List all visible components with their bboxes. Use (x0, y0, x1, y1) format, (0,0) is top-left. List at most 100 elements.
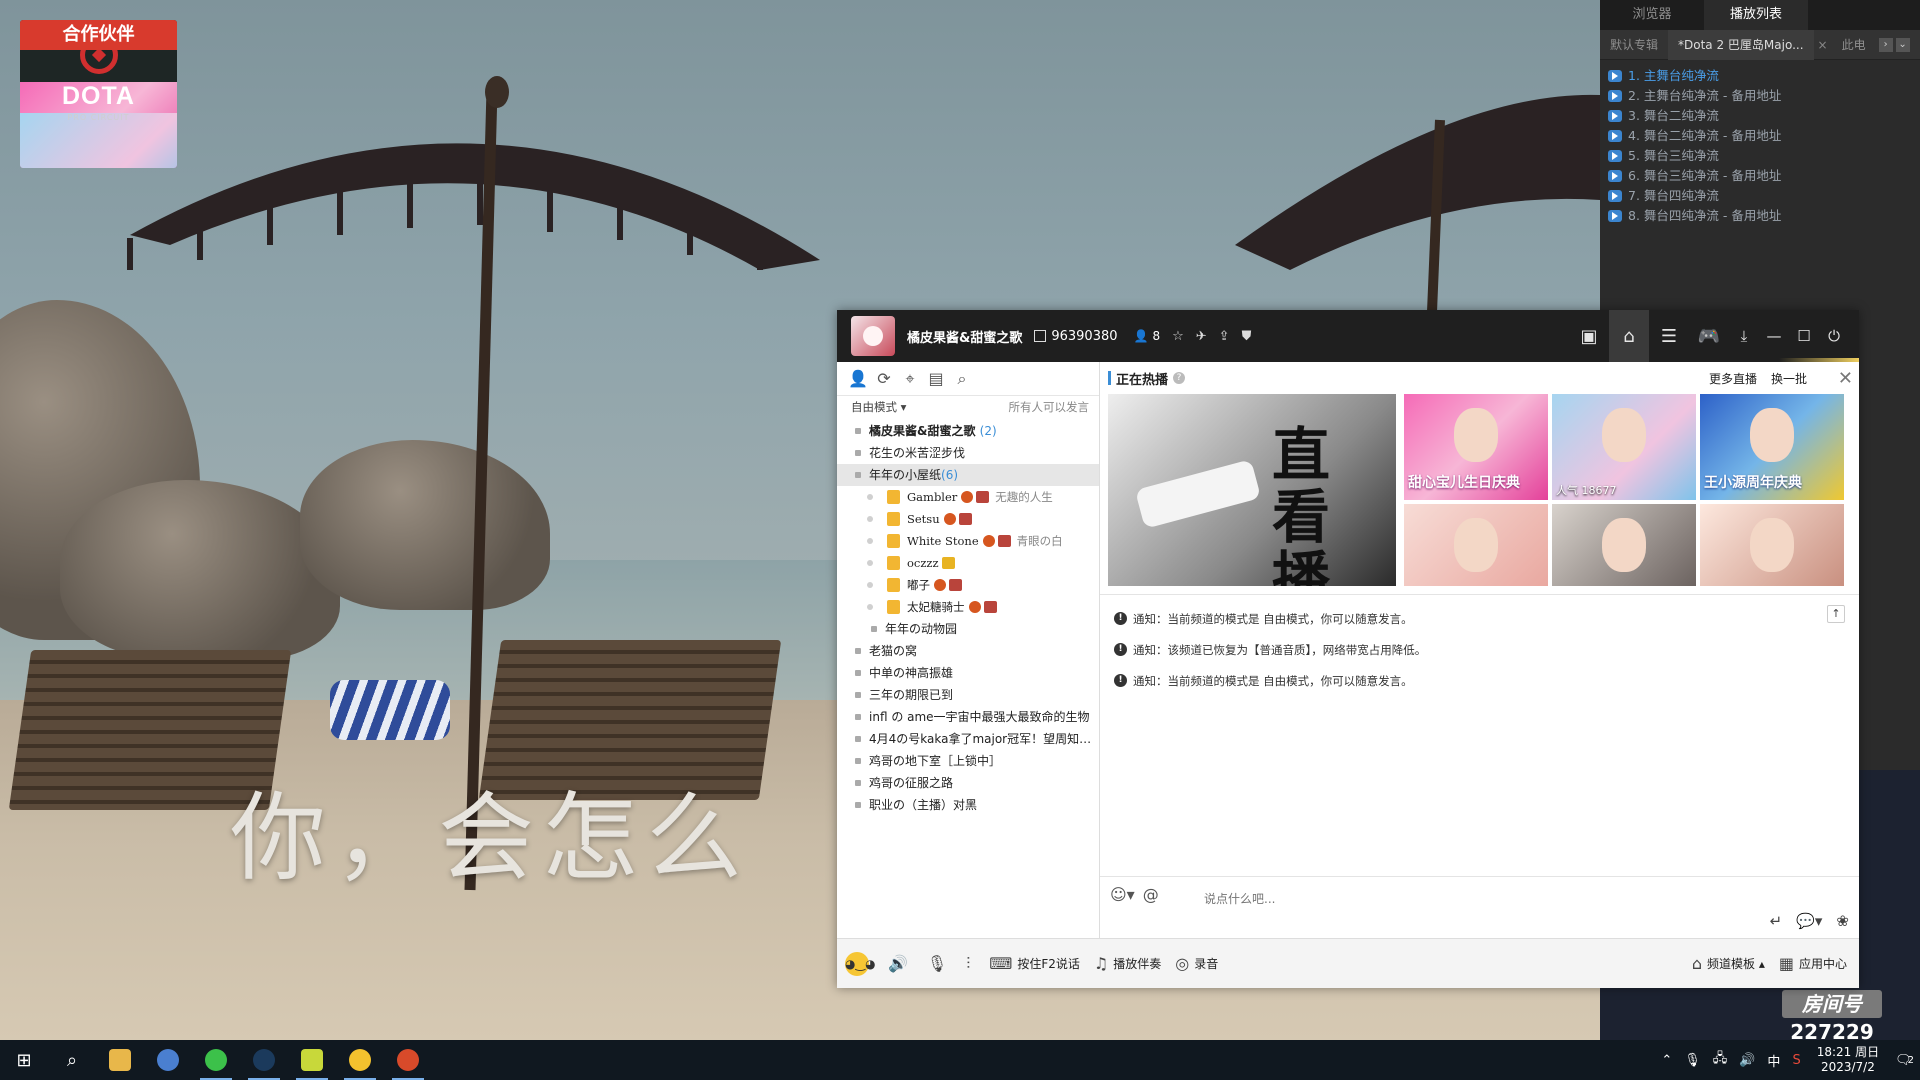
member-name: Gambler (907, 490, 958, 504)
network-icon[interactable]: 🖧 (1713, 1049, 1728, 1071)
mic-icon[interactable]: 🎙 (1684, 1053, 1701, 1068)
share-icon[interactable]: ⇪ (1219, 329, 1230, 344)
mention-icon[interactable]: @ (1143, 885, 1159, 904)
location-icon[interactable]: ⌖ (897, 369, 923, 389)
mode-select[interactable]: 自由模式 ▾ (851, 399, 906, 415)
plane-icon[interactable]: ✈ (1196, 329, 1207, 344)
yy-voice-icon[interactable] (336, 1040, 384, 1080)
search-icon[interactable]: ⌕ (949, 369, 975, 389)
minimize-icon[interactable]: — (1759, 310, 1789, 362)
live-thumbnail[interactable]: 直看播 (1108, 394, 1396, 586)
playlist-item[interactable]: 3. 舞台二纯净流 (1608, 106, 1912, 126)
member-row[interactable]: Gambler 无趣的人生 (837, 486, 1099, 508)
channel-node[interactable]: 鸡哥の地下室［上锁中］ (837, 750, 1099, 772)
search-icon[interactable]: ⌕ (48, 1040, 96, 1080)
live-thumbnail[interactable]: 王小源周年庆典 (1700, 394, 1844, 500)
record-button[interactable]: ◎ 录音 (1175, 954, 1218, 973)
live-thumbnail[interactable] (1552, 504, 1696, 586)
ime-indicator[interactable]: 中 (1767, 1051, 1780, 1070)
subchannel-node[interactable]: 年年の动物园 (837, 618, 1099, 640)
sogou-icon[interactable]: S (1792, 1053, 1800, 1068)
steam-icon[interactable] (240, 1040, 288, 1080)
playlist-item[interactable]: 1. 主舞台纯净流 (1608, 66, 1912, 86)
member-row[interactable]: 太妃糖骑士 (837, 596, 1099, 618)
member-row[interactable]: oczzz (837, 552, 1099, 574)
clock[interactable]: 18:21 周日 2023/7/2 (1817, 1045, 1879, 1075)
album-tab-default[interactable]: 默认专辑 (1600, 30, 1668, 60)
info-icon: ! (1114, 674, 1127, 687)
chevron-down-icon[interactable]: ⌄ (1895, 37, 1910, 52)
notes-icon[interactable]: ▤ (923, 369, 949, 388)
gamepad-icon[interactable]: 🎮 (1689, 310, 1729, 362)
close-icon[interactable]: ✕ (1838, 368, 1853, 389)
playlist-item[interactable]: 8. 舞台四纯净流 - 备用地址 (1608, 206, 1912, 226)
playlist-item[interactable]: 4. 舞台二纯净流 - 备用地址 (1608, 126, 1912, 146)
home-icon[interactable]: ⌂ (1609, 310, 1649, 362)
avatar-button[interactable]: ◕‿◕ (845, 951, 876, 976)
list-icon[interactable]: ☰ (1649, 310, 1689, 362)
accompaniment-button[interactable]: ♫ 播放伴奏 (1094, 954, 1161, 973)
help-icon[interactable]: ? (1173, 372, 1186, 384)
more-live-link[interactable]: 更多直播 (1709, 370, 1757, 387)
playlist-item[interactable]: 5. 舞台三纯净流 (1608, 146, 1912, 166)
user-icon[interactable]: 👤 (845, 369, 871, 388)
star-icon[interactable]: ☆ (1172, 329, 1184, 344)
live-thumbnail[interactable] (1404, 504, 1548, 586)
speaker-button[interactable]: 🔊 (888, 954, 913, 973)
album-tab-pc[interactable]: 此电 (1832, 30, 1876, 60)
chat-input[interactable] (1204, 889, 1704, 909)
channel-node-selected[interactable]: 年年の小屋纸(6) (837, 464, 1099, 486)
live-thumbnail[interactable] (1700, 504, 1844, 586)
channel-template-button[interactable]: ⌂ 频道模板 ▴ (1692, 954, 1765, 973)
channel-node[interactable]: 职业の（主播）对黑 (837, 794, 1099, 816)
tab-playlist[interactable]: 播放列表 (1704, 0, 1808, 30)
enter-icon[interactable]: ↵ (1770, 912, 1783, 930)
channel-node[interactable]: 中单の神高振雄 (837, 662, 1099, 684)
live-icon[interactable]: ▣ (1569, 310, 1609, 362)
player-icon[interactable] (384, 1040, 432, 1080)
app-icon[interactable] (288, 1040, 336, 1080)
browser-icon[interactable] (144, 1040, 192, 1080)
app-center-button[interactable]: ▦ 应用中心 (1779, 954, 1847, 973)
emoji-icon[interactable]: ☺▾ (1110, 885, 1135, 904)
live-thumbnail[interactable]: 甜心宝儿生日庆典 (1404, 394, 1548, 500)
channel-node[interactable]: 三年の期限已到 (837, 684, 1099, 706)
playlist-item-label: 4. 舞台二纯净流 - 备用地址 (1628, 128, 1782, 143)
album-tab-dota[interactable]: *Dota 2 巴厘岛Majo... (1668, 29, 1814, 60)
live-thumbnail[interactable]: 人气 18677 (1552, 394, 1696, 500)
tab-browser[interactable]: 浏览器 (1600, 0, 1704, 30)
channel-node[interactable]: 鸡哥の征服之路 (837, 772, 1099, 794)
mic-button[interactable]: 🎙 (927, 954, 952, 973)
member-row[interactable]: White Stone 青眼の白 (837, 530, 1099, 552)
channel-node[interactable]: 花生の米苦涩步伐 (837, 442, 1099, 464)
channel-node[interactable]: infl の ame一宇宙中最强大最致命的生物 (837, 706, 1099, 728)
push-to-talk-button[interactable]: ⌨ 按住F2说话 (989, 954, 1080, 973)
channel-node[interactable]: 老猫の窝 (837, 640, 1099, 662)
member-row[interactable]: Setsu (837, 508, 1099, 530)
shield-icon[interactable]: ⛊ (1242, 329, 1252, 344)
member-row[interactable]: 嘟子 (837, 574, 1099, 596)
close-album-icon[interactable]: × (1814, 30, 1832, 60)
volume-icon[interactable]: 🔊 (1739, 1053, 1755, 1068)
playlist-item[interactable]: 2. 主舞台纯净流 - 备用地址 (1608, 86, 1912, 106)
download-icon[interactable]: ⤓ (1729, 310, 1759, 362)
chat-bubble-icon[interactable]: 💬▾ (1796, 912, 1822, 930)
refresh-batch-link[interactable]: 换一批 (1771, 370, 1807, 387)
channel-node[interactable]: 橘皮果酱&甜蜜之歌 (2) (837, 420, 1099, 442)
windows-start-icon[interactable]: ⊞ (0, 1040, 48, 1080)
channel-avatar[interactable] (851, 316, 895, 356)
partner-badge: 合作伙伴 (20, 20, 177, 50)
chevron-up-icon[interactable]: ⌃ (1661, 1053, 1672, 1068)
refresh-icon[interactable]: ⟳ (871, 369, 897, 388)
mixer-button[interactable]: ⫶ (966, 954, 975, 974)
maximize-icon[interactable]: ☐ (1789, 310, 1819, 362)
scroll-top-icon[interactable]: ↑ (1827, 605, 1845, 623)
wechat-icon[interactable] (192, 1040, 240, 1080)
chevron-right-icon[interactable]: › (1878, 37, 1893, 52)
rose-icon[interactable]: ❀ (1836, 912, 1849, 930)
channel-node[interactable]: 4月4の号kaka拿了major冠军！望周知… (837, 728, 1099, 750)
playlist-item[interactable]: 6. 舞台三纯净流 - 备用地址 (1608, 166, 1912, 186)
playlist-item[interactable]: 7. 舞台四纯净流 (1608, 186, 1912, 206)
power-icon[interactable]: ⏻ (1819, 310, 1849, 362)
file-explorer-icon[interactable] (96, 1040, 144, 1080)
